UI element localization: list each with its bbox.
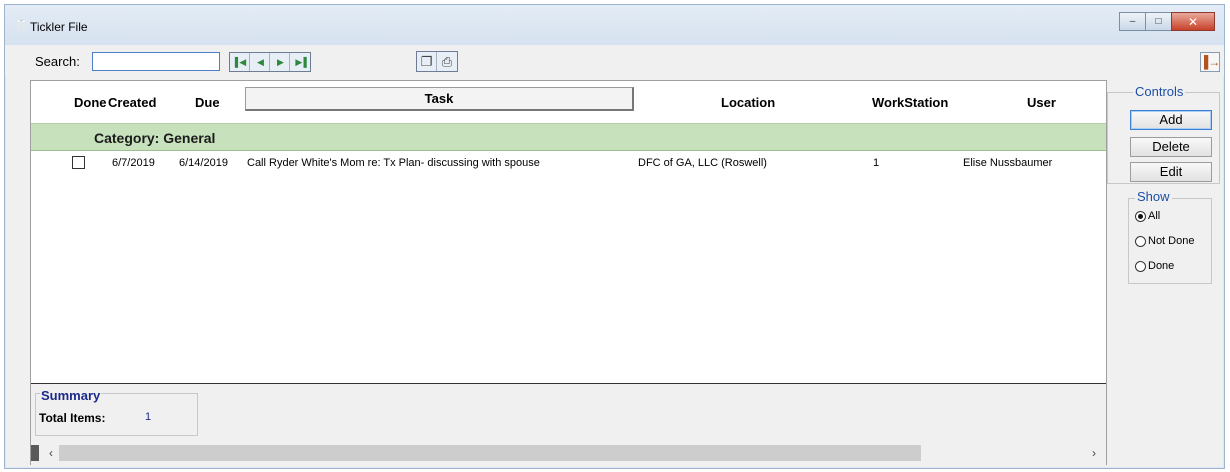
task-cell: Call Ryder White's Mom re: Tx Plan- disc…: [247, 157, 540, 169]
table-row[interactable]: 6/7/2019 6/14/2019 Call Ryder White's Mo…: [31, 152, 1106, 174]
copy-icon[interactable]: ❐: [417, 52, 437, 71]
user-cell: Elise Nussbaumer: [963, 157, 1053, 169]
col-location[interactable]: Location: [721, 95, 775, 110]
show-title: Show: [1135, 189, 1172, 204]
controls-title: Controls: [1133, 84, 1186, 99]
show-done-label: Done: [1148, 260, 1175, 272]
col-workstation[interactable]: WorkStation: [872, 95, 948, 110]
scroll-left-icon[interactable]: ‹: [43, 445, 59, 461]
radio-unchecked-icon: [1135, 235, 1146, 247]
show-not-done-label: Not Done: [1148, 235, 1195, 247]
delete-button[interactable]: Delete: [1130, 137, 1212, 157]
radio-checked-icon: [1135, 210, 1146, 222]
tickler-file-window: 🦷 Tickler File – □ ✕ Search: ▌◀ ◀ ▶ ▶▐ ❐…: [4, 4, 1225, 469]
created-cell: 6/7/2019: [112, 157, 155, 169]
tooth-icon: 🦷: [13, 18, 30, 33]
workstation-cell: 1: [873, 157, 880, 169]
show-not-done-radio[interactable]: Not Done: [1135, 235, 1194, 247]
minimize-button[interactable]: –: [1119, 12, 1146, 31]
document-tools: ❐ ⎙: [416, 51, 458, 72]
add-button[interactable]: Add: [1130, 110, 1212, 130]
col-created[interactable]: Created: [108, 95, 156, 110]
location-cell: DFC of GA, LLC (Roswell): [638, 157, 767, 169]
show-done-radio[interactable]: Done: [1135, 260, 1174, 272]
summary-area: Summary Total Items: 1 ‹ ›: [31, 383, 1106, 465]
col-user[interactable]: User: [1027, 95, 1056, 110]
scroll-thumb[interactable]: [59, 445, 921, 461]
summary-title: Summary: [40, 388, 102, 403]
scroll-right-icon[interactable]: ›: [1086, 445, 1102, 461]
scroll-grip: [31, 445, 39, 461]
toolbar: Search: ▌◀ ◀ ▶ ▶▐ ❐ ⎙ ▐→: [5, 45, 1224, 77]
show-all-label: All: [1148, 210, 1161, 222]
show-all-radio[interactable]: All: [1135, 210, 1160, 222]
search-label: Search:: [35, 54, 80, 69]
total-items-value: 1: [145, 411, 152, 423]
last-record-icon[interactable]: ▶▐: [290, 53, 310, 71]
previous-record-icon[interactable]: ◀: [250, 53, 270, 71]
horizontal-scrollbar[interactable]: ‹ ›: [31, 442, 1106, 464]
maximize-button[interactable]: □: [1145, 12, 1172, 31]
category-label: Category: General: [94, 130, 216, 146]
total-items-label: Total Items:: [39, 411, 106, 425]
first-record-icon[interactable]: ▌◀: [230, 53, 250, 71]
title-bar: 🦷 Tickler File – □ ✕: [5, 5, 1224, 45]
close-button[interactable]: ✕: [1171, 12, 1215, 31]
search-input[interactable]: [92, 52, 220, 71]
radio-unchecked-icon: [1135, 260, 1146, 272]
edit-button[interactable]: Edit: [1130, 162, 1212, 182]
due-cell: 6/14/2019: [179, 157, 228, 169]
col-done[interactable]: Done: [74, 95, 107, 110]
category-row[interactable]: Category: General: [31, 123, 1106, 151]
record-navigation: ▌◀ ◀ ▶ ▶▐: [229, 52, 311, 72]
print-icon[interactable]: ⎙: [437, 52, 457, 71]
col-due[interactable]: Due: [195, 95, 220, 110]
grid-header: Done Created Due Task Location WorkStati…: [31, 81, 1106, 119]
next-record-icon[interactable]: ▶: [270, 53, 290, 71]
tickler-grid: Done Created Due Task Location WorkStati…: [30, 80, 1107, 465]
exit-door-icon[interactable]: ▐→: [1200, 52, 1220, 72]
window-title: Tickler File: [30, 20, 88, 34]
done-checkbox[interactable]: [72, 156, 85, 169]
window-buttons: – □ ✕: [1119, 12, 1215, 31]
col-task[interactable]: Task: [245, 87, 634, 111]
